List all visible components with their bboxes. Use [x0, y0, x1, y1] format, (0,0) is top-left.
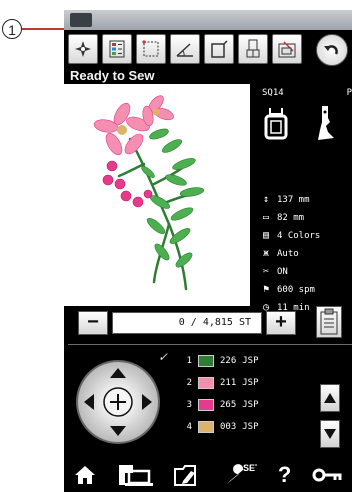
folder-save-icon	[174, 465, 197, 486]
width-value: 82 mm	[277, 212, 305, 223]
trace-icon	[142, 40, 159, 57]
color-group-button[interactable]	[102, 34, 132, 64]
thread-swatch	[198, 421, 214, 433]
thread-number: 2	[186, 378, 192, 388]
dpad-arrows-icon	[84, 368, 152, 436]
bottom-bar: SET ?	[64, 458, 352, 492]
thread-swatch	[198, 377, 214, 389]
speed-value: 600 spm	[277, 284, 315, 295]
lock-button[interactable]	[312, 465, 342, 485]
stitch-plus-button[interactable]: +	[266, 311, 296, 335]
mode-value: Auto	[277, 248, 299, 259]
hoop-position-icon	[211, 40, 228, 58]
edit-button[interactable]	[272, 34, 302, 64]
thread-code: 003	[220, 422, 237, 432]
tension-icon: ж	[262, 248, 270, 259]
scissors-icon: ✂	[262, 266, 270, 277]
home-button[interactable]	[74, 464, 96, 486]
trace-button[interactable]	[136, 34, 166, 64]
thread-swatch	[198, 399, 214, 411]
callout-number: 1	[2, 19, 22, 39]
embroidery-mode-button[interactable]	[117, 463, 153, 487]
thread-number: 4	[186, 422, 192, 432]
thread-row[interactable]: 2 211 JSP	[184, 372, 259, 394]
down-arrow-icon	[324, 429, 336, 439]
speed-icon: ⚑	[262, 284, 270, 295]
thread-unit: JSP	[242, 422, 259, 432]
spool-icon: ▤	[262, 230, 270, 241]
foot-code: SQ14	[262, 88, 284, 98]
bobbin-icon	[246, 39, 260, 58]
angle-button[interactable]	[170, 34, 200, 64]
thread-code: 265	[220, 400, 237, 410]
hoop-position-button[interactable]	[204, 34, 234, 64]
jump-stitch-button[interactable]	[316, 306, 342, 338]
colors-value: 4 Colors	[277, 230, 321, 241]
back-button[interactable]	[316, 34, 348, 66]
thread-number: 1	[186, 356, 192, 366]
thread-list: 1 226 JSP 2 211 JSP 3 265 JSP 4 003 JSP	[184, 350, 259, 438]
hoop-icon	[264, 108, 288, 140]
thread-number: 3	[186, 400, 192, 410]
thread-code: 226	[220, 356, 237, 366]
scroll-up-button[interactable]	[320, 384, 340, 412]
stitch-minus-button[interactable]: −	[78, 311, 108, 335]
thread-unit: JSP	[242, 378, 259, 388]
foot-letter: P	[346, 88, 352, 98]
pattern-button[interactable]	[68, 34, 98, 64]
stitch-stepper: − 0 / 4,815 ST +	[78, 310, 296, 336]
thread-unit: JSP	[242, 356, 259, 366]
thread-swatch	[198, 355, 214, 367]
edit-icon	[278, 41, 296, 58]
help-button[interactable]: ?	[278, 462, 291, 488]
wrench-icon: SET	[227, 463, 257, 484]
file-save-button[interactable]	[173, 463, 203, 487]
stitch-count: 0 / 4,815 ST	[112, 312, 262, 334]
bobbin-button[interactable]	[238, 34, 268, 64]
thread-row[interactable]: 4 003 JSP	[184, 416, 259, 438]
scroll-down-button[interactable]	[320, 420, 340, 448]
machine-screen: Ready to Sew SQ14 P ↕ 137 mm ▭ 82 mm ▤ 4…	[64, 10, 352, 492]
key-icon	[312, 468, 342, 482]
status-text: Ready to Sew	[70, 68, 155, 83]
height-value: 137 mm	[277, 194, 310, 205]
top-strip	[64, 10, 352, 30]
width-icon: ▭	[262, 212, 270, 223]
color-group-icon	[109, 40, 125, 58]
flower-design-image	[93, 95, 205, 291]
settings-button[interactable]: SET	[223, 462, 257, 488]
angle-icon	[176, 43, 193, 57]
thread-row[interactable]: 3 265 JSP	[184, 394, 259, 416]
thread-row[interactable]: 1 226 JSP	[184, 350, 259, 372]
current-color-check: ✓	[158, 350, 169, 364]
pattern-icon	[75, 41, 91, 57]
design-preview	[64, 84, 250, 306]
clipboard-icon	[320, 308, 338, 335]
height-icon: ↕	[262, 194, 270, 205]
machine-mini-icon	[70, 13, 92, 27]
back-arrow-icon	[324, 45, 338, 55]
thread-code: 211	[220, 378, 237, 388]
up-arrow-icon	[324, 393, 336, 403]
cutter-value: ON	[277, 266, 288, 277]
machine-icon	[118, 465, 153, 486]
home-icon	[75, 466, 96, 484]
divider	[68, 344, 352, 345]
directional-pad[interactable]	[76, 360, 160, 444]
presser-foot-icon	[318, 106, 334, 140]
set-label: SET	[243, 463, 257, 473]
thread-unit: JSP	[242, 400, 259, 410]
toolbar	[68, 34, 302, 68]
